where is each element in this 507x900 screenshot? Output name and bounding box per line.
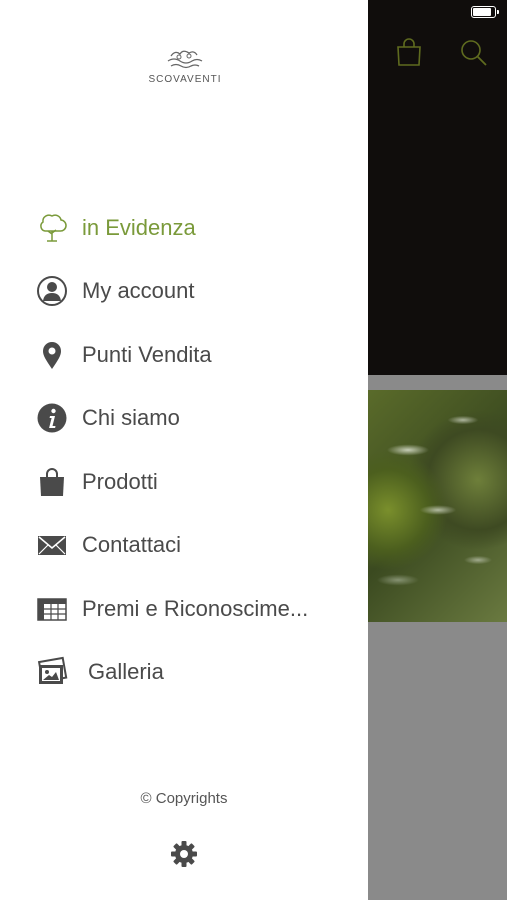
envelope-icon: [36, 529, 68, 561]
menu-label: Punti Vendita: [82, 342, 212, 367]
menu-label: Premi e Riconoscime...: [82, 596, 309, 621]
logo-text: SCOVAVENTI: [148, 74, 222, 85]
menu-item-in-evidenza[interactable]: in Evidenza: [0, 198, 368, 258]
location-pin-icon: [36, 339, 68, 371]
menu-item-punti-vendita[interactable]: Punti Vendita: [0, 325, 368, 385]
menu-label: My account: [82, 278, 195, 303]
background-separator: [368, 375, 507, 390]
user-icon: [36, 275, 68, 307]
menu-label: Contattaci: [82, 532, 182, 557]
menu-item-prodotti[interactable]: Prodotti: [0, 452, 368, 512]
menu-label: in Evidenza: [82, 215, 196, 240]
shopping-bag-icon: [36, 466, 68, 498]
menu-label: Chi siamo: [82, 405, 180, 430]
menu-item-galleria[interactable]: Galleria: [0, 642, 368, 702]
background-photo: [368, 390, 507, 622]
table-icon: [36, 593, 68, 625]
copyright-text[interactable]: © Copyrights: [0, 790, 368, 807]
menu-label: Prodotti: [82, 469, 158, 494]
brand-logo: SCOVAVENTI: [140, 46, 230, 88]
menu-item-my-account[interactable]: My account: [0, 261, 368, 321]
info-icon: [36, 402, 68, 434]
menu-item-premi[interactable]: Premi e Riconoscime...: [0, 579, 368, 639]
background-app[interactable]: [368, 0, 507, 900]
shopping-bag-icon[interactable]: [395, 37, 423, 72]
search-icon[interactable]: [459, 38, 489, 73]
navigation-drawer: SCOVAVENTI in Evidenza My account Punti …: [0, 0, 368, 900]
background-overlay: [368, 622, 507, 900]
battery-icon: [471, 6, 499, 18]
tree-icon: [36, 212, 68, 244]
menu-item-chi-siamo[interactable]: Chi siamo: [0, 388, 368, 448]
gallery-icon: [36, 656, 68, 688]
gear-icon[interactable]: [169, 839, 199, 869]
menu-label: Galleria: [88, 659, 164, 684]
menu-item-contattaci[interactable]: Contattaci: [0, 515, 368, 575]
